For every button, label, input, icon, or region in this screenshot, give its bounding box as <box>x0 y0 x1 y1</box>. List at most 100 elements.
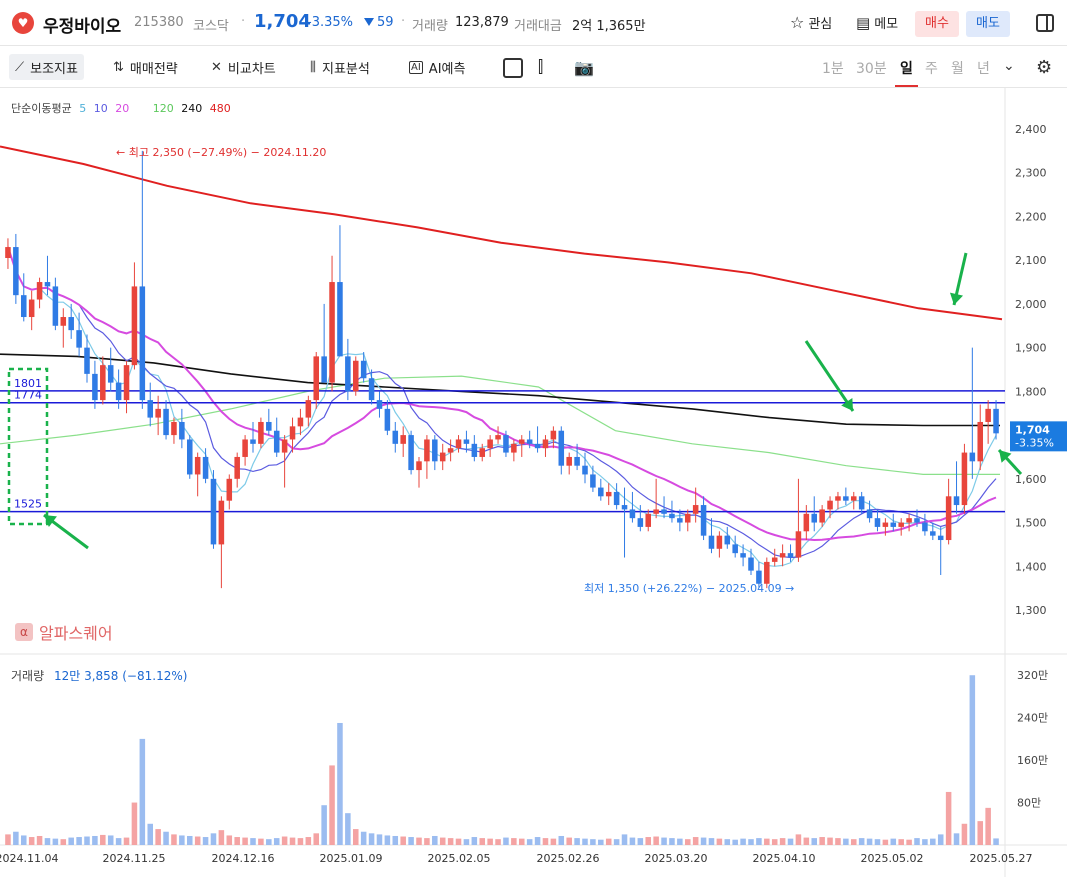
memo-button[interactable]: ▤ 메모 <box>856 13 898 33</box>
candle-body <box>930 531 936 536</box>
volume-bar <box>558 835 565 845</box>
price-chart[interactable]: 2,4002,3002,2002,1002,0001,9001,8001,700… <box>0 88 1067 877</box>
ma480-line <box>0 145 1003 321</box>
candle-body <box>179 421 185 440</box>
ai-predict-button[interactable]: AI AI예측 <box>409 54 465 80</box>
volume-bar <box>337 722 343 845</box>
amount-value: 2억 1,365만 <box>572 19 646 34</box>
candle-body <box>961 452 968 506</box>
x-tick-label: 2025.01.09 <box>320 852 383 865</box>
gear-icon[interactable]: ⚙ <box>1036 57 1052 78</box>
period-1min[interactable]: 1분 <box>822 58 844 78</box>
volume-bar <box>297 838 304 845</box>
candle-body <box>28 299 35 318</box>
memo-icon: ▤ <box>856 13 871 32</box>
volume-bar <box>843 838 849 845</box>
volume-bar <box>700 837 707 845</box>
candle-body <box>76 330 82 348</box>
period-year[interactable]: 년 <box>977 58 990 78</box>
volume-bar <box>803 837 810 845</box>
volume-bar <box>20 835 27 845</box>
volume-bar <box>92 835 98 845</box>
candle-body <box>582 465 588 475</box>
volume-bar <box>605 838 612 845</box>
volume-bar <box>376 834 383 845</box>
candle-body <box>748 557 754 571</box>
volume-bar <box>993 838 999 845</box>
candle-body <box>645 513 652 527</box>
volume-bar <box>724 839 731 845</box>
period-30min[interactable]: 30분 <box>856 58 887 78</box>
candle-body <box>289 426 296 440</box>
candle-body <box>321 356 327 383</box>
x-tick-label: 2025.04.10 <box>753 852 816 865</box>
strategy-button[interactable]: ⇅ 매매전략 <box>113 54 178 80</box>
period-week[interactable]: 주 <box>925 58 938 78</box>
x-tick-label: 2024.11.25 <box>103 852 166 865</box>
candle-body <box>258 421 264 444</box>
candle-body <box>471 443 478 457</box>
period-month[interactable]: 월 <box>951 58 964 78</box>
volume-bar <box>937 834 944 845</box>
volume-bar <box>795 834 802 845</box>
candle-body <box>621 505 628 510</box>
candle-body <box>669 513 675 519</box>
sell-button[interactable]: 매도 <box>966 11 1010 37</box>
volume-bar <box>416 837 422 845</box>
drawing-box-icon[interactable] <box>503 58 523 78</box>
volume-bar <box>787 838 794 845</box>
candle-body <box>732 544 738 554</box>
candle-body <box>194 456 201 475</box>
candle-body <box>100 365 106 401</box>
volume-bar <box>273 838 280 845</box>
ai-chip-icon: AI <box>409 60 423 74</box>
x-tick-label: 2025.02.05 <box>428 852 491 865</box>
watch-button[interactable]: ☆ 관심 <box>790 13 832 32</box>
candle-body <box>874 518 881 527</box>
volume-bar <box>511 838 517 845</box>
volume-bar <box>874 839 881 845</box>
compare-button[interactable]: ✕ 비교차트 <box>211 54 276 80</box>
separator-dot: · <box>241 14 246 29</box>
candle-body <box>882 522 889 527</box>
watch-label: 관심 <box>808 17 833 32</box>
candle-body <box>392 430 399 444</box>
side-panel-icon[interactable] <box>1036 14 1054 32</box>
period-day[interactable]: 일 <box>900 58 913 78</box>
candle-body <box>20 295 27 318</box>
candle-body <box>542 439 549 449</box>
volume-bar <box>266 839 272 845</box>
volume-tick-label: 80만 <box>1017 797 1041 810</box>
candle-body <box>661 509 667 514</box>
volume-bar <box>202 837 209 845</box>
candle-body <box>297 417 304 427</box>
camera-icon[interactable]: 📷 <box>574 54 594 80</box>
candle-icon[interactable]: ⫿ <box>538 54 543 80</box>
volume-bar <box>930 838 936 845</box>
volume-bar <box>487 838 493 845</box>
x-tick-label: 2024.12.16 <box>212 852 275 865</box>
analysis-button[interactable]: ⫼ 지표분석 <box>310 54 370 80</box>
chevron-down-icon[interactable]: ⌄ <box>1003 58 1015 74</box>
candle-body <box>163 408 169 436</box>
candle-body <box>273 430 280 453</box>
volume-bar <box>835 838 841 845</box>
shuffle-icon: ✕ <box>211 59 222 75</box>
volume-bar <box>653 836 659 845</box>
y-tick-label: 1,400 <box>1015 560 1047 573</box>
candle-body <box>977 421 984 462</box>
buy-button[interactable]: 매수 <box>915 11 959 37</box>
volume-bar <box>922 839 928 845</box>
volume-bar <box>479 838 486 845</box>
volume-bar <box>234 837 240 845</box>
volume-bar <box>764 838 770 845</box>
candle-body <box>629 509 636 519</box>
indicator-button[interactable]: ⟋ 보조지표 <box>9 54 84 80</box>
candle-body <box>424 439 430 462</box>
candle-body <box>447 448 454 453</box>
volume-bar <box>360 831 367 845</box>
x-tick-label: 2025.02.26 <box>537 852 600 865</box>
low-annotation: 최저 1,350 (+26.22%) − 2025.04.09 → <box>584 582 794 595</box>
volume-bar <box>621 834 628 845</box>
analysis-label: 지표분석 <box>321 61 370 77</box>
